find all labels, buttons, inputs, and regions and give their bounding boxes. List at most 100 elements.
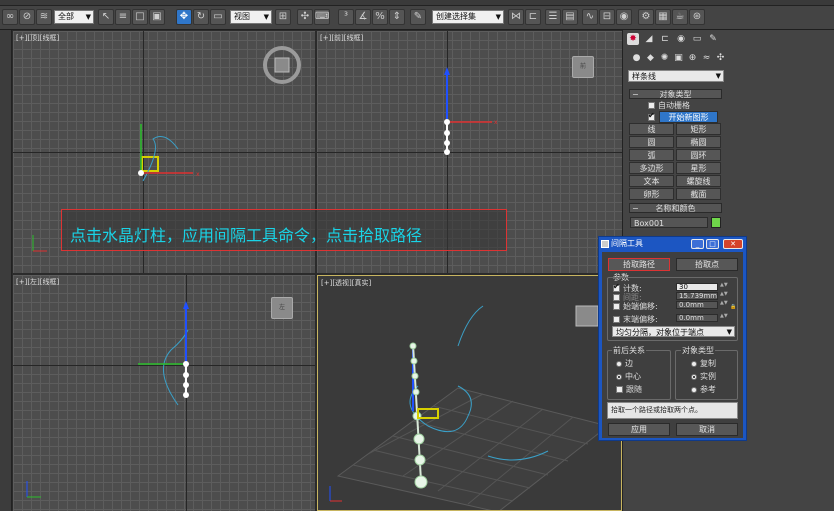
object-type-button[interactable]: 矩形 (676, 123, 721, 135)
object-type-button[interactable]: 椭圆 (676, 136, 721, 148)
pick-points-button[interactable]: 拾取点 (676, 258, 738, 271)
bind-spacewarp-icon[interactable]: ≋ (36, 9, 52, 25)
rect-region-icon[interactable]: □ (132, 9, 148, 25)
autogrid-checkbox[interactable]: 自动栅格 (648, 100, 690, 111)
count-field[interactable]: 30 (676, 283, 718, 291)
systems-icon[interactable]: ✣ (715, 53, 726, 64)
z-arrow-head (183, 301, 189, 309)
apply-button[interactable]: 应用 (608, 423, 670, 436)
object-type-button[interactable]: 圆环 (676, 149, 721, 161)
object-type-button[interactable]: 卵形 (629, 188, 674, 200)
lights-icon[interactable]: ✺ (659, 53, 670, 64)
type-instance-radio[interactable]: 实例 (691, 371, 716, 382)
selection-filter-dropdown[interactable]: 全部 ▼ (54, 10, 94, 24)
type-copy-radio[interactable]: 复制 (691, 358, 716, 369)
named-selection-sets-dropdown[interactable]: 创建选择集 ▼ (432, 10, 504, 24)
utilities-tab-icon[interactable]: ✎ (707, 33, 719, 45)
select-object-icon[interactable]: ↖ (98, 9, 114, 25)
spinner-icon[interactable]: ▲▼ (720, 301, 728, 309)
select-scale-icon[interactable]: ▭ (210, 9, 226, 25)
status-text: 拾取一个路径或拾取两个点。 (607, 402, 738, 419)
pick-path-button[interactable]: 拾取路径 (608, 258, 670, 271)
name-color-rollout[interactable]: − 名称和颜色 (629, 203, 722, 213)
object-color-swatch[interactable] (711, 217, 721, 228)
render-setup-icon[interactable]: ⚙ (638, 9, 654, 25)
cancel-button[interactable]: 取消 (676, 423, 738, 436)
viewport-perspective[interactable]: [+][透视][真实] (317, 275, 622, 511)
object-type-button[interactable]: 文本 (629, 175, 674, 187)
mirror-icon[interactable]: ⋈ (508, 9, 524, 25)
select-by-name-icon[interactable]: ≡ (115, 9, 131, 25)
minimize-icon[interactable]: _ (691, 239, 704, 249)
render-iterative-icon[interactable]: ⊛ (689, 9, 705, 25)
context-edge-label: 边 (625, 359, 633, 368)
checkbox-box (613, 282, 620, 292)
keyboard-shortcut-icon[interactable]: ⌨ (314, 9, 330, 25)
start-new-shape-checkbox[interactable] (648, 111, 658, 122)
motion-tab-icon[interactable]: ◉ (675, 33, 687, 45)
spinner-icon[interactable]: ▲▼ (720, 292, 728, 300)
type-reference-radio[interactable]: 参考 (691, 384, 716, 395)
object-type-rollout[interactable]: − 对象类型 (629, 89, 722, 99)
context-edge-radio[interactable]: 边 (616, 358, 633, 369)
shapes-icon[interactable]: ◆ (645, 53, 656, 64)
object-type-button[interactable]: 弧 (629, 149, 674, 161)
start-offset-checkbox[interactable]: 始端偏移: (613, 301, 658, 312)
category-dropdown[interactable]: 样条线 ▼ (628, 70, 724, 82)
edit-named-sets-icon[interactable]: ✎ (410, 9, 426, 25)
distribution-dropdown[interactable]: 均匀分隔，对象位于端点 ▼ (612, 326, 735, 337)
object-name-field[interactable]: Box001 (630, 217, 708, 228)
follow-checkbox[interactable]: 跟随 (616, 384, 642, 395)
pivot-center-icon[interactable]: ⊞ (275, 9, 291, 25)
link-icon[interactable]: ∞ (2, 9, 18, 25)
start-offset-field[interactable]: 0.0mm (676, 301, 718, 309)
modify-tab-icon[interactable]: ◢ (643, 33, 655, 45)
material-editor-icon[interactable]: ◉ (616, 9, 632, 25)
maximize-icon[interactable]: □ (706, 239, 719, 249)
context-center-label: 中心 (625, 372, 641, 381)
helpers-icon[interactable]: ⊕ (687, 53, 698, 64)
object-type-button[interactable]: 线 (629, 123, 674, 135)
spinner-icon[interactable]: ▲▼ (720, 283, 728, 291)
render-icon[interactable]: ☕ (672, 9, 688, 25)
curve-editor-icon[interactable]: ∿ (582, 9, 598, 25)
manipulate-icon[interactable]: ✣ (297, 9, 313, 25)
schematic-view-icon[interactable]: ⊟ (599, 9, 615, 25)
spacewarps-icon[interactable]: ≈ (701, 53, 712, 64)
cameras-icon[interactable]: ▣ (673, 53, 684, 64)
type-title: 对象类型 (681, 345, 715, 356)
unlink-icon[interactable]: ⊘ (19, 9, 35, 25)
geometry-icon[interactable]: ● (631, 53, 642, 64)
end-offset-checkbox[interactable]: 末端偏移: (613, 314, 658, 325)
window-crossing-icon[interactable]: ▣ (149, 9, 165, 25)
spinner-snap-icon[interactable]: ⇕ (389, 9, 405, 25)
select-move-icon[interactable]: ✥ (176, 9, 192, 25)
select-rotate-icon[interactable]: ↻ (193, 9, 209, 25)
chevron-down-icon: ▼ (263, 13, 269, 21)
scene-explorer-icon[interactable]: ▤ (562, 9, 578, 25)
context-center-radio[interactable]: 中心 (616, 371, 641, 382)
hierarchy-tab-icon[interactable]: ⊏ (659, 33, 671, 45)
object-type-button[interactable]: 圆 (629, 136, 674, 148)
end-offset-field[interactable]: 0.0mm (676, 314, 718, 322)
display-tab-icon[interactable]: ▭ (691, 33, 703, 45)
align-icon[interactable]: ⊏ (525, 9, 541, 25)
layer-manager-icon[interactable]: ☰ (545, 9, 561, 25)
lock-icon[interactable]: 🔒 (730, 305, 736, 313)
object-type-button[interactable]: 螺旋线 (676, 175, 721, 187)
dialog-titlebar[interactable]: 间隔工具 _ □ ✕ (599, 237, 746, 251)
close-icon[interactable]: ✕ (723, 239, 743, 249)
spinner-icon[interactable]: ▲▼ (720, 314, 728, 322)
object-type-button[interactable]: 星形 (676, 162, 721, 174)
viewport-left[interactable]: [+][左][线框] 左 (13, 275, 315, 511)
snap-toggle-icon[interactable]: ³ (338, 9, 354, 25)
object-type-button[interactable]: 多边形 (629, 162, 674, 174)
rendered-frame-icon[interactable]: ▦ (655, 9, 671, 25)
percent-snap-icon[interactable]: % (372, 9, 388, 25)
start-new-shape-button[interactable]: 开始新图形 (659, 111, 718, 123)
create-tab-icon[interactable]: ✸ (627, 33, 639, 45)
object-type-button[interactable]: 截面 (676, 188, 721, 200)
reference-coordinate-dropdown[interactable]: 视图 ▼ (230, 10, 272, 24)
spacing-field[interactable]: 15.739mm (676, 292, 718, 300)
angle-snap-icon[interactable]: ∡ (355, 9, 371, 25)
